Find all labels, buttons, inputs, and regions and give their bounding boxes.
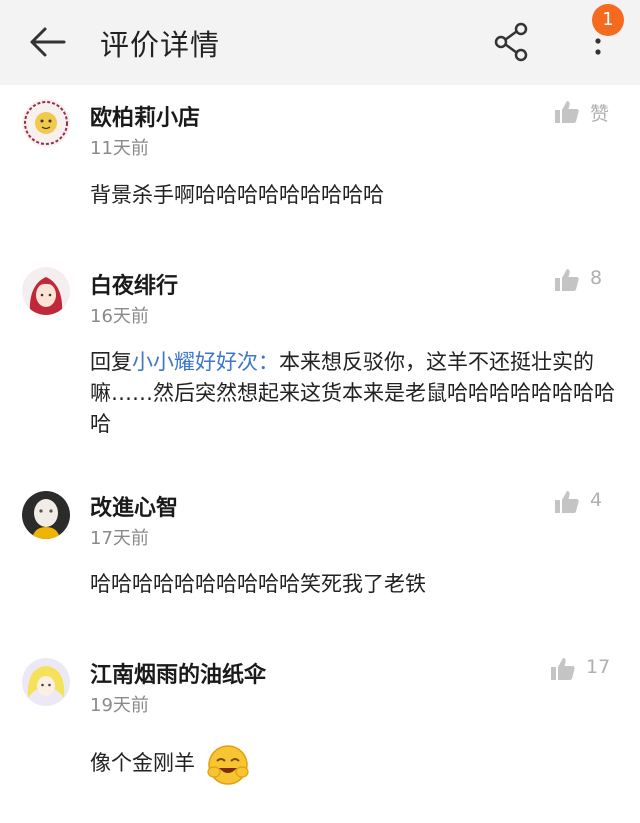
back-arrow-icon[interactable]	[28, 24, 68, 60]
like-button[interactable]: 赞	[554, 97, 624, 127]
reply-prefix: 回复	[90, 350, 132, 374]
thumbs-up-icon	[555, 101, 579, 123]
timestamp: 17天前	[90, 528, 149, 549]
top-bar: 评价详情 1	[0, 0, 640, 85]
like-count: 17	[586, 656, 611, 678]
thumbs-up-icon	[555, 491, 579, 513]
comment-body: 像个金刚羊	[90, 751, 195, 775]
comment-item: 欧柏莉小店 11天前 赞 背景杀手啊哈哈哈哈哈哈哈哈哈	[0, 85, 640, 245]
like-count: 4	[590, 489, 603, 511]
username[interactable]: 改進心智	[90, 490, 178, 522]
timestamp: 11天前	[90, 138, 149, 159]
timestamp: 16天前	[90, 306, 149, 327]
like-button[interactable]: 4	[554, 487, 624, 517]
comment-text: 像个金刚羊	[90, 740, 620, 788]
like-count: 赞	[590, 103, 610, 125]
share-icon[interactable]	[492, 22, 532, 62]
avatar[interactable]	[22, 658, 70, 706]
comment-item: 白夜绯行 16天前 8 回复小小耀好好次：本来想反驳你，这羊不还挺壮实的嘛……然…	[0, 245, 640, 475]
comment-item: 江南烟雨的油纸伞 19天前 17 像个金刚羊	[0, 640, 640, 823]
username[interactable]: 欧柏莉小店	[90, 100, 200, 132]
avatar[interactable]	[22, 99, 70, 147]
page-title: 评价详情	[100, 28, 221, 62]
mention-link[interactable]: 小小耀好好次：	[132, 350, 279, 374]
comment-item: 改進心智 17天前 4 哈哈哈哈哈哈哈哈哈哈笑死我了老铁	[0, 475, 640, 635]
avatar[interactable]	[22, 267, 70, 315]
comment-text: 哈哈哈哈哈哈哈哈哈哈笑死我了老铁	[90, 572, 426, 596]
comment-text: 背景杀手啊哈哈哈哈哈哈哈哈哈	[90, 183, 384, 207]
username[interactable]: 江南烟雨的油纸伞	[90, 657, 266, 689]
comment-text: 回复小小耀好好次：本来想反驳你，这羊不还挺壮实的嘛……然后突然想起来这货本来是老…	[90, 347, 620, 440]
thumbs-up-icon	[555, 269, 579, 291]
avatar[interactable]	[22, 491, 70, 539]
notification-badge: 1	[592, 4, 624, 36]
like-button[interactable]: 8	[554, 265, 624, 295]
like-button[interactable]: 17	[550, 654, 620, 684]
username[interactable]: 白夜绯行	[90, 268, 178, 300]
timestamp: 19天前	[90, 695, 149, 716]
like-count: 8	[590, 267, 603, 289]
thumbs-up-icon	[551, 658, 575, 680]
laughing-emoji-icon	[204, 740, 252, 788]
